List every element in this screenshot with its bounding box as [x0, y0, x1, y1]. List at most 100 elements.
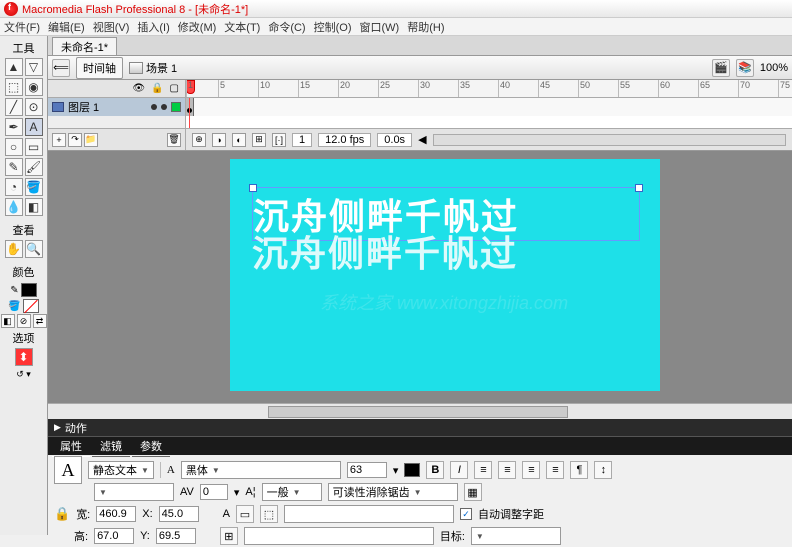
target-combo[interactable]: ▼ — [471, 527, 561, 545]
timeline-frames[interactable] — [186, 98, 792, 116]
onion-markers-icon[interactable]: [·] — [272, 133, 286, 147]
menu-edit[interactable]: 编辑(E) — [48, 19, 85, 35]
menu-commands[interactable]: 命令(C) — [268, 19, 305, 35]
scene-label[interactable]: 场景 1 — [146, 60, 177, 76]
align-left-button[interactable]: ≡ — [474, 461, 492, 479]
subselection-tool-icon[interactable]: ▽ — [25, 58, 43, 76]
timeline-scrollbar[interactable] — [433, 134, 786, 146]
paint-bucket-tool-icon[interactable]: 🪣 — [25, 178, 43, 196]
timeline-collapse-icon[interactable]: ◀ — [418, 133, 426, 146]
add-motion-guide-button[interactable]: ↷ — [68, 133, 82, 147]
edit-symbols-icon[interactable]: 📚 — [736, 59, 754, 77]
antialias-combo[interactable]: 可读性消除锯齿▼ — [328, 483, 458, 501]
menu-control[interactable]: 控制(O) — [314, 19, 352, 35]
tab-properties[interactable]: 属性 — [52, 436, 90, 457]
eraser-tool-icon[interactable]: ◧ — [25, 198, 43, 216]
zoom-tool-icon[interactable]: 🔍 — [25, 240, 43, 258]
delete-layer-button[interactable]: 🗑 — [167, 133, 181, 147]
layer-lock-dot[interactable] — [161, 104, 167, 110]
stage[interactable]: 沉舟侧畔千帆过 沉舟侧畔千帆过 系统之家 www.xitongzhijia.co… — [230, 159, 660, 391]
onion-skin-icon[interactable]: ◑ — [212, 133, 226, 147]
ink-bottle-tool-icon[interactable]: ◔ — [5, 178, 23, 196]
x-input[interactable] — [159, 506, 199, 522]
zoom-value[interactable]: 100% — [760, 62, 788, 74]
stage-area[interactable]: 沉舟侧畔千帆过 沉舟侧畔千帆过 系统之家 www.xitongzhijia.co… — [48, 151, 792, 403]
document-tab[interactable]: 未命名-1* — [52, 37, 117, 55]
layer-visible-dot[interactable] — [151, 104, 157, 110]
hand-tool-icon[interactable]: ✋ — [5, 240, 23, 258]
selectable-button[interactable]: ▭ — [236, 505, 254, 523]
outline-layers-icon[interactable]: ▢ — [170, 83, 179, 94]
horizontal-scrollbar[interactable] — [48, 403, 792, 419]
lasso-tool-icon[interactable]: ⊙ — [25, 98, 43, 116]
lock-layers-icon[interactable]: 🔒 — [151, 83, 163, 94]
edit-multiple-icon[interactable]: ⊞ — [252, 133, 266, 147]
width-input[interactable] — [96, 506, 136, 522]
size-stepper-icon[interactable]: ▾ — [393, 464, 399, 477]
show-hide-layers-icon[interactable]: 👁 — [132, 83, 145, 94]
selection-tool-icon[interactable]: ▲ — [5, 58, 23, 76]
menu-help[interactable]: 帮助(H) — [407, 19, 444, 35]
pen-tool-icon[interactable]: ✒ — [5, 118, 23, 136]
link-input[interactable] — [284, 505, 454, 523]
fill-color-swatch[interactable] — [23, 299, 39, 313]
free-transform-tool-icon[interactable]: ⬚ — [5, 78, 23, 96]
onion-outline-icon[interactable]: ◐ — [232, 133, 246, 147]
black-white-icon[interactable]: ◧ — [1, 314, 15, 328]
autokern-checkbox[interactable]: ✓ — [460, 508, 472, 520]
pencil-tool-icon[interactable]: ✎ — [5, 158, 23, 176]
av-stepper-icon[interactable]: ▾ — [234, 486, 240, 499]
menu-window[interactable]: 窗口(W) — [360, 19, 400, 35]
menu-text[interactable]: 文本(T) — [224, 19, 260, 35]
center-frame-icon[interactable]: ⊕ — [192, 133, 206, 147]
eyedropper-tool-icon[interactable]: 💧 — [5, 198, 23, 216]
stage-text-2[interactable]: 沉舟侧畔千帆过 — [252, 225, 640, 277]
text-type-combo[interactable]: 静态文本▼ — [88, 461, 154, 479]
paragraph-button[interactable]: ¶ — [570, 461, 588, 479]
tool-sub-combo[interactable]: ▼ — [94, 483, 174, 501]
menu-insert[interactable]: 插入(I) — [137, 19, 169, 35]
timeline-toggle-button[interactable]: 时间轴 — [76, 57, 123, 79]
rectangle-tool-icon[interactable]: ▭ — [25, 138, 43, 156]
tab-filters[interactable]: 滤镜 — [92, 436, 130, 457]
swap-colors-icon[interactable]: ⇄ — [33, 314, 47, 328]
stroke-color-swatch[interactable] — [21, 283, 37, 297]
layer-row[interactable]: 图层 1 — [48, 98, 186, 116]
edit-scene-icon[interactable]: 🎬 — [712, 59, 730, 77]
text-orientation-icon[interactable]: ⬍ — [15, 348, 33, 366]
text-tool-icon[interactable]: A — [25, 118, 43, 136]
layer-outline-swatch[interactable] — [171, 102, 181, 112]
insert-layer-button[interactable]: + — [52, 133, 66, 147]
rotate-option-icon[interactable]: ↺ ▾ — [16, 369, 31, 380]
embed-button[interactable]: ▦ — [464, 483, 482, 501]
html-button[interactable]: ⬚ — [260, 505, 278, 523]
y-input[interactable] — [156, 528, 196, 544]
format-button[interactable]: ⊞ — [220, 527, 238, 545]
scrollbar-thumb[interactable] — [268, 406, 568, 418]
lock-wh-icon[interactable]: 🔒 — [54, 506, 70, 522]
keyframe-icon[interactable] — [186, 98, 194, 116]
menu-file[interactable]: 文件(F) — [4, 19, 40, 35]
text-color-swatch[interactable] — [404, 463, 420, 477]
gradient-tool-icon[interactable]: ◉ — [25, 78, 43, 96]
brush-tool-icon[interactable]: 🖌 — [25, 158, 43, 176]
font-combo[interactable]: 黑体▼ — [181, 461, 341, 479]
font-size-input[interactable] — [347, 462, 387, 478]
char-position-combo[interactable]: 一般▼ — [262, 483, 322, 501]
menu-view[interactable]: 视图(V) — [93, 19, 130, 35]
orientation-button[interactable]: ↕ — [594, 461, 612, 479]
italic-button[interactable]: I — [450, 461, 468, 479]
tab-parameters[interactable]: 参数 — [132, 436, 170, 457]
back-button[interactable]: ⟸ — [52, 59, 70, 77]
insert-folder-button[interactable]: 📁 — [84, 133, 98, 147]
letter-spacing-input[interactable] — [200, 484, 228, 500]
actions-panel-header[interactable]: ▶ 动作 — [48, 419, 792, 437]
no-color-icon[interactable]: ⊘ — [17, 314, 31, 328]
line-tool-icon[interactable]: ╱ — [5, 98, 23, 116]
bold-button[interactable]: B — [426, 461, 444, 479]
align-justify-button[interactable]: ≡ — [546, 461, 564, 479]
var-input[interactable] — [244, 527, 434, 545]
oval-tool-icon[interactable]: ○ — [5, 138, 23, 156]
timeline-ruler[interactable]: 1510152025303540455055606570758085909510… — [186, 80, 792, 97]
align-center-button[interactable]: ≡ — [498, 461, 516, 479]
